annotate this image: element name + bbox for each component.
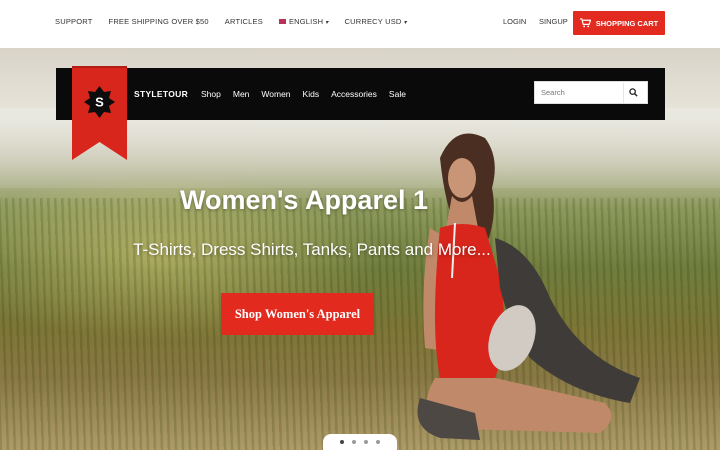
hero-subtitle: T-Shirts, Dress Shirts, Tanks, Pants and… xyxy=(133,240,491,259)
nav-item-accessories[interactable]: Accessories xyxy=(331,89,377,99)
slider-dot[interactable] xyxy=(352,440,356,444)
nav-item-women[interactable]: Women xyxy=(261,89,290,99)
brand-name[interactable]: STYLETOUR xyxy=(134,89,188,99)
slider-dot[interactable] xyxy=(340,440,344,444)
main-navbar: S STYLETOUR Shop Men Women Kids Accessor… xyxy=(56,66,665,160)
shop-womens-apparel-button[interactable]: Shop Women's Apparel xyxy=(221,293,374,335)
search-input[interactable] xyxy=(535,82,623,103)
support-link[interactable]: SUPPORT xyxy=(55,17,93,26)
caret-down-icon: ▾ xyxy=(325,20,329,26)
hero-model-image xyxy=(417,133,640,440)
search-button[interactable] xyxy=(623,82,643,103)
cart-label: SHOPPING CART xyxy=(595,18,659,28)
language-selector[interactable]: ENGLISH ▾ xyxy=(278,17,329,26)
search-box xyxy=(534,81,648,104)
language-label: ENGLISH xyxy=(288,17,324,26)
logo-letter: S xyxy=(95,95,104,110)
flag-icon xyxy=(278,19,286,24)
slider-pager xyxy=(323,434,397,450)
nav-item-shop[interactable]: Shop xyxy=(201,89,221,99)
articles-link[interactable]: ARTICLES xyxy=(225,17,263,26)
caret-down-icon: ▾ xyxy=(403,20,407,26)
logo-ribbon[interactable]: S xyxy=(72,66,127,160)
slider-dot[interactable] xyxy=(376,440,380,444)
nav-item-sale[interactable]: Sale xyxy=(389,89,406,99)
cart-icon xyxy=(579,18,591,28)
nav-item-kids[interactable]: Kids xyxy=(303,89,320,99)
login-link[interactable]: LOGIN xyxy=(503,17,526,26)
hero-banner: S STYLETOUR Shop Men Women Kids Accessor… xyxy=(0,48,720,450)
slider-dot[interactable] xyxy=(364,440,368,444)
nav-menu: Shop Men Women Kids Accessories Sale xyxy=(201,89,418,99)
shopping-cart-button[interactable]: SHOPPING CART xyxy=(573,11,665,35)
free-shipping-link[interactable]: FREE SHIPPING OVER $50 xyxy=(109,17,209,26)
signup-link[interactable]: SINGUP xyxy=(539,17,568,26)
currency-selector[interactable]: CURRECY USD ▾ xyxy=(344,17,406,26)
hero-title: Women's Apparel 1 xyxy=(180,185,428,215)
currency-label: CURRECY USD xyxy=(344,17,402,26)
search-icon xyxy=(629,88,638,97)
top-utility-bar: SUPPORT FREE SHIPPING OVER $50 ARTICLES … xyxy=(0,0,720,48)
nav-item-men[interactable]: Men xyxy=(233,89,250,99)
top-links: SUPPORT FREE SHIPPING OVER $50 ARTICLES … xyxy=(55,17,423,26)
